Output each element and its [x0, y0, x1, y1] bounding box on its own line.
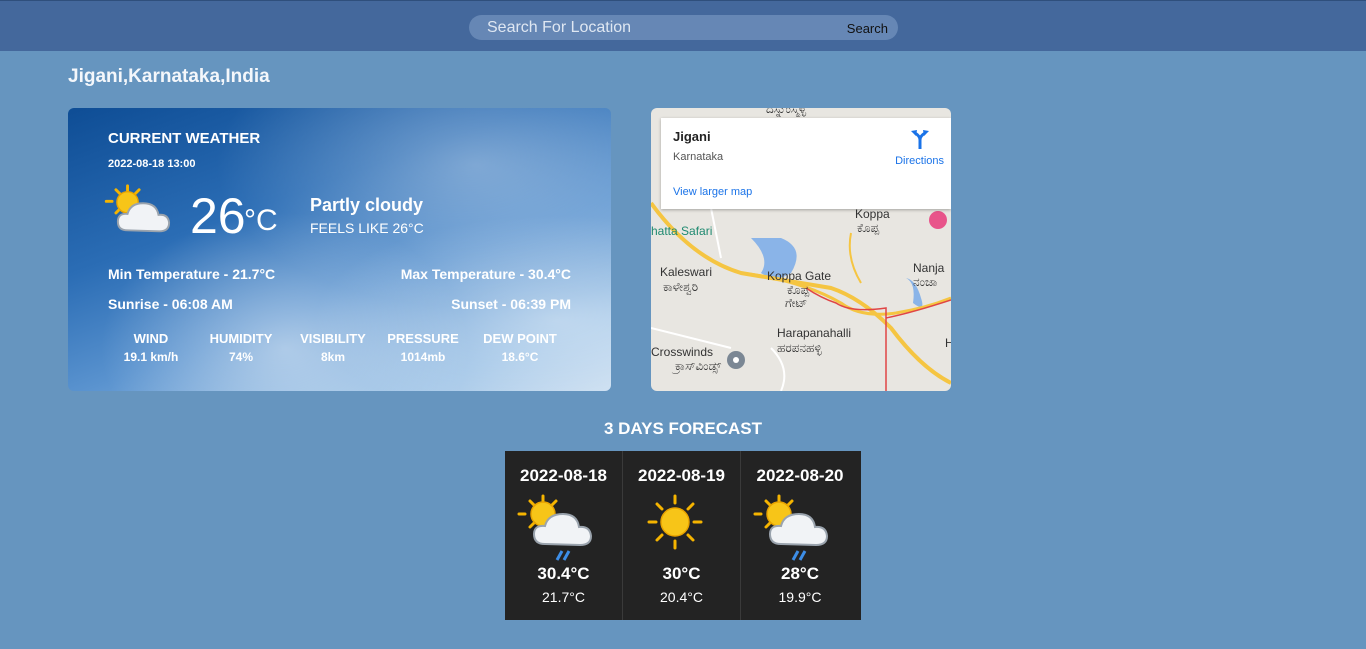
- partly-cloudy-rain-icon: [753, 494, 829, 561]
- stat-wind: WIND 19.1 km/h: [116, 331, 186, 364]
- map-label: hatta Safari: [651, 224, 713, 238]
- map-label: Koppa: [855, 207, 890, 221]
- stat-visibility: VISIBILITY 8km: [296, 331, 370, 364]
- stat-dew-point: DEW POINT 18.6°C: [474, 331, 566, 364]
- stat-label: HUMIDITY: [209, 331, 273, 346]
- forecast-min-temp: 20.4°C: [660, 589, 703, 605]
- place-pin-dot: [733, 357, 739, 363]
- top-bar: Search: [0, 0, 1366, 51]
- map-label: ಹರಪನಹಳ್ಳಿ: [777, 341, 822, 355]
- feels-like: FEELS LIKE 26°C: [310, 220, 424, 236]
- stat-humidity: HUMIDITY 74%: [204, 331, 278, 364]
- forecast-max-temp: 30°C: [662, 564, 701, 583]
- map-label: Kaleswari: [660, 265, 713, 279]
- poi-pin-icon[interactable]: [929, 211, 947, 229]
- sunrise-time: Sunrise - 06:08 AM: [108, 296, 233, 312]
- map-label: ಕೊಪ್ಪ: [857, 221, 880, 235]
- directions-icon[interactable]: [909, 128, 931, 150]
- view-larger-map-link[interactable]: View larger map: [673, 186, 752, 198]
- forecast-date: 2022-08-18: [520, 466, 607, 485]
- map-embed[interactable]: ದಸ್ನುಂಸ್ಮಳ್ಳಿ Koppa ಕೊಪ್ಪ hatta Safari K…: [651, 108, 951, 391]
- road: [848, 232, 862, 284]
- current-weather-title: CURRENT WEATHER: [108, 130, 261, 147]
- partly-cloudy-rain-icon: [517, 494, 593, 561]
- search-input[interactable]: [487, 17, 827, 38]
- search-bar: Search: [469, 15, 898, 40]
- forecast-title: 3 DAYS FORECAST: [603, 419, 763, 438]
- forecast-day: 2022-08-18 30.4°C 21.7°C: [505, 451, 623, 620]
- map-label: ಗೇಟ್: [785, 296, 808, 310]
- forecast-day: 2022-08-20 28°C 19.9°C: [741, 451, 859, 620]
- stat-value: 1014mb: [400, 350, 446, 364]
- current-weather-card: CURRENT WEATHER 2022-08-18 13:00 26 °C P…: [68, 108, 611, 391]
- stat-value: 8km: [320, 350, 346, 364]
- directions-link[interactable]: Directions: [895, 155, 944, 167]
- forecast-panel: 2022-08-18 30.4°C 21.7°C 2022-08-19 30°C…: [505, 451, 861, 620]
- temperature-unit: °C: [244, 204, 278, 237]
- map-label: ಕಾಳೇಶ್ವರಿ: [663, 280, 699, 294]
- weather-condition: Partly cloudy: [310, 195, 424, 215]
- forecast-min-temp: 19.9°C: [778, 589, 822, 605]
- map-place-state: Karnataka: [673, 151, 724, 163]
- stat-label: VISIBILITY: [300, 331, 366, 346]
- forecast-date: 2022-08-20: [756, 466, 844, 485]
- stat-value: 74%: [228, 350, 254, 364]
- min-temperature: Min Temperature - 21.7°C: [108, 266, 276, 282]
- map-place-name: Jigani: [673, 129, 711, 144]
- map-label: Crosswinds: [651, 345, 714, 359]
- max-temperature: Max Temperature - 30.4°C: [400, 266, 571, 282]
- forecast-max-temp: 28°C: [781, 564, 819, 583]
- forecast-date: 2022-08-19: [638, 466, 725, 485]
- map-label: ನಂಜಾ: [913, 275, 938, 289]
- stat-value: 18.6°C: [501, 350, 539, 364]
- current-weather-datetime: 2022-08-18 13:00: [108, 158, 196, 170]
- sunset-time: Sunset - 06:39 PM: [451, 296, 571, 312]
- map-info-card: Jigani Karnataka View larger map Directi…: [661, 118, 951, 209]
- stat-label: PRESSURE: [387, 331, 459, 346]
- map-label: Harapanahalli: [777, 326, 852, 340]
- forecast-min-temp: 21.7°C: [542, 589, 585, 605]
- stat-label: WIND: [133, 331, 169, 346]
- map-label: ದಸ್ನುಂಸ್ಮಳ್ಳಿ: [766, 108, 807, 116]
- current-temperature: 26: [190, 188, 246, 244]
- map-label: Nanja: [913, 261, 945, 275]
- search-button[interactable]: Search: [847, 21, 888, 36]
- map-label: Koppa Gate: [767, 269, 832, 283]
- map-label: ಕ್ರಾಸ್‌ವಿಂಡ್ಸ್: [675, 359, 722, 373]
- stat-label: DEW POINT: [483, 331, 557, 346]
- forecast-day: 2022-08-19 30°C 20.4°C: [623, 451, 741, 620]
- forecast-max-temp: 30.4°C: [537, 564, 590, 583]
- stat-pressure: PRESSURE 1014mb: [386, 331, 460, 364]
- sunny-icon: [647, 494, 703, 550]
- location-title: Jigani,Karnataka,India: [68, 66, 270, 87]
- map-label: H: [945, 336, 951, 350]
- partly-cloudy-icon: [104, 184, 171, 233]
- stat-value: 19.1 km/h: [123, 350, 179, 364]
